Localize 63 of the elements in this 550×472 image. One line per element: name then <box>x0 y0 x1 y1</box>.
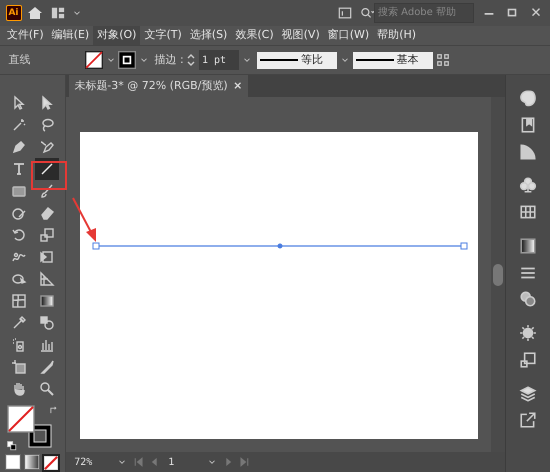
perspective-grid-icon[interactable] <box>38 270 54 287</box>
magic-wand-icon[interactable] <box>10 116 26 133</box>
document-tab[interactable]: 未标题-3* @ 72% (RGB/预览) <box>68 75 234 98</box>
blend-icon[interactable] <box>38 314 54 331</box>
stroke-label: 描边 : <box>154 52 184 68</box>
panel-icon[interactable] <box>337 6 353 20</box>
highlight-frame <box>31 161 67 190</box>
default-colors-icon[interactable] <box>6 441 16 452</box>
brush-dropdown[interactable]: 基本 <box>352 52 433 69</box>
align-icon[interactable] <box>436 53 450 68</box>
overlapping-circles-icon[interactable] <box>519 290 537 308</box>
swatches-icon[interactable] <box>519 203 537 222</box>
menu-item[interactable]: 编辑(E) <box>48 26 94 45</box>
none-mode-icon[interactable] <box>42 454 60 472</box>
mesh-icon[interactable] <box>10 292 26 309</box>
paintbrush-icon[interactable] <box>38 182 54 199</box>
search-icon <box>358 6 376 20</box>
pen-icon[interactable] <box>10 138 26 155</box>
scale-icon[interactable] <box>38 226 54 243</box>
zoom-icon[interactable] <box>38 380 54 397</box>
fill-color-icon[interactable] <box>6 405 34 434</box>
gradient-icon[interactable] <box>38 292 54 309</box>
menu-item[interactable]: 窗口(W) <box>324 26 374 45</box>
fill-swatch-icon[interactable] <box>84 51 103 70</box>
menu-item[interactable]: 文件(F) <box>2 26 48 45</box>
gradient-panel-icon[interactable] <box>519 142 537 161</box>
swap-arrow-icon[interactable] <box>48 405 58 416</box>
selected-line-drawing[interactable] <box>92 242 468 250</box>
stroke-swatch-icon[interactable] <box>118 51 136 70</box>
menu-item[interactable]: 对象(O) <box>93 26 140 45</box>
slice-icon[interactable] <box>38 358 54 375</box>
menu-item[interactable]: 帮助(H) <box>373 26 420 45</box>
symbol-sprayer-icon[interactable] <box>10 336 26 353</box>
palette-icon[interactable] <box>519 89 537 108</box>
artboard-icon[interactable] <box>10 358 26 375</box>
scrollbar-thumb[interactable] <box>493 264 503 286</box>
curvature-pen-icon[interactable] <box>38 138 54 155</box>
menu-item[interactable]: 视图(V) <box>278 26 324 45</box>
eraser-icon[interactable] <box>38 204 54 221</box>
export-icon[interactable] <box>519 411 537 430</box>
line-icon <box>260 57 298 64</box>
transform-panel-icon[interactable] <box>519 350 537 369</box>
rotate-icon[interactable] <box>10 226 26 243</box>
profile-dropdown[interactable]: 等比 <box>257 52 338 69</box>
free-transform-icon[interactable] <box>38 248 54 265</box>
club-icon[interactable] <box>519 176 537 194</box>
color-mode-icon[interactable] <box>4 454 21 470</box>
menu-item[interactable]: 效果(C) <box>231 26 278 45</box>
tab-close-button[interactable]: × <box>233 75 248 98</box>
library-icon[interactable] <box>519 116 537 134</box>
gradient-swatch-icon[interactable] <box>519 236 537 255</box>
sun-icon[interactable] <box>519 324 537 342</box>
menu-item[interactable]: 文字(T) <box>140 26 186 45</box>
layers-icon[interactable] <box>519 384 537 403</box>
object-type-label: 直线 <box>7 52 32 68</box>
line-icon <box>356 57 394 64</box>
gradient-mode-icon[interactable] <box>24 454 40 470</box>
stroke-color-icon[interactable] <box>26 423 52 450</box>
menu-item[interactable]: 选择(S) <box>186 26 232 45</box>
app-logo: Ai <box>6 4 22 21</box>
stroke-weight-field[interactable]: 1 pt <box>199 50 240 70</box>
home-icon[interactable] <box>27 4 43 21</box>
search-field[interactable]: 搜索 Adobe 帮助 <box>374 2 474 23</box>
